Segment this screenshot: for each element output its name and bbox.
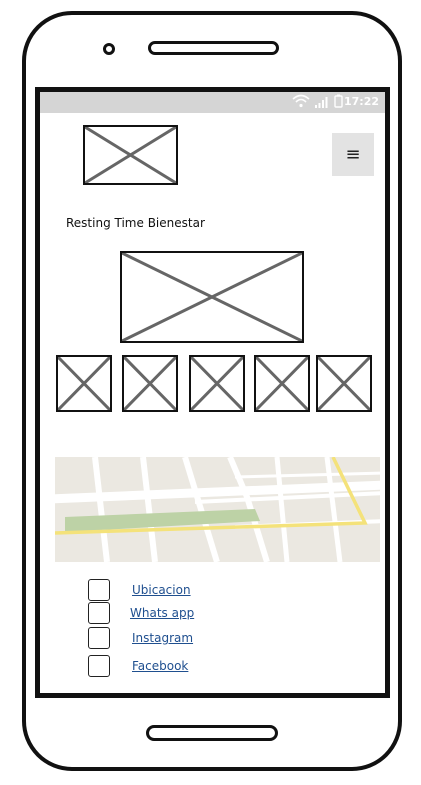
list-item: Facebook bbox=[88, 655, 208, 679]
hamburger-icon: ≡ bbox=[345, 144, 361, 165]
speaker-grille bbox=[148, 41, 279, 55]
location-checkbox[interactable] bbox=[88, 579, 110, 601]
facebook-link[interactable]: Facebook bbox=[132, 659, 188, 673]
whatsapp-link[interactable]: Whats app bbox=[130, 606, 194, 620]
gallery-thumbnail[interactable] bbox=[189, 355, 245, 412]
list-item: Ubicacion bbox=[88, 579, 208, 603]
status-icons bbox=[292, 94, 343, 111]
gallery-thumbnail[interactable] bbox=[254, 355, 310, 412]
instagram-link[interactable]: Instagram bbox=[132, 631, 193, 645]
status-time: 17:22 bbox=[343, 95, 379, 108]
status-bar: 17:22 bbox=[40, 92, 385, 113]
battery-icon bbox=[334, 94, 343, 111]
wifi-icon bbox=[292, 94, 315, 111]
home-button[interactable] bbox=[146, 725, 278, 741]
instagram-checkbox[interactable] bbox=[88, 627, 110, 649]
signal-icon bbox=[315, 97, 334, 111]
list-item: Instagram bbox=[88, 627, 208, 651]
list-item: Whats app bbox=[88, 602, 208, 626]
brand-name: Resting Time Bienestar bbox=[66, 216, 205, 230]
camera-dot bbox=[103, 43, 115, 55]
gallery-thumbnail[interactable] bbox=[56, 355, 112, 412]
gallery-thumbnail[interactable] bbox=[316, 355, 372, 412]
logo-image-placeholder bbox=[83, 125, 178, 185]
gallery-thumbnail[interactable] bbox=[122, 355, 178, 412]
whatsapp-checkbox[interactable] bbox=[88, 602, 110, 624]
location-map[interactable] bbox=[55, 457, 380, 562]
hero-image-placeholder bbox=[120, 251, 304, 343]
location-link[interactable]: Ubicacion bbox=[132, 583, 191, 597]
menu-button[interactable]: ≡ bbox=[332, 133, 374, 176]
facebook-checkbox[interactable] bbox=[88, 655, 110, 677]
